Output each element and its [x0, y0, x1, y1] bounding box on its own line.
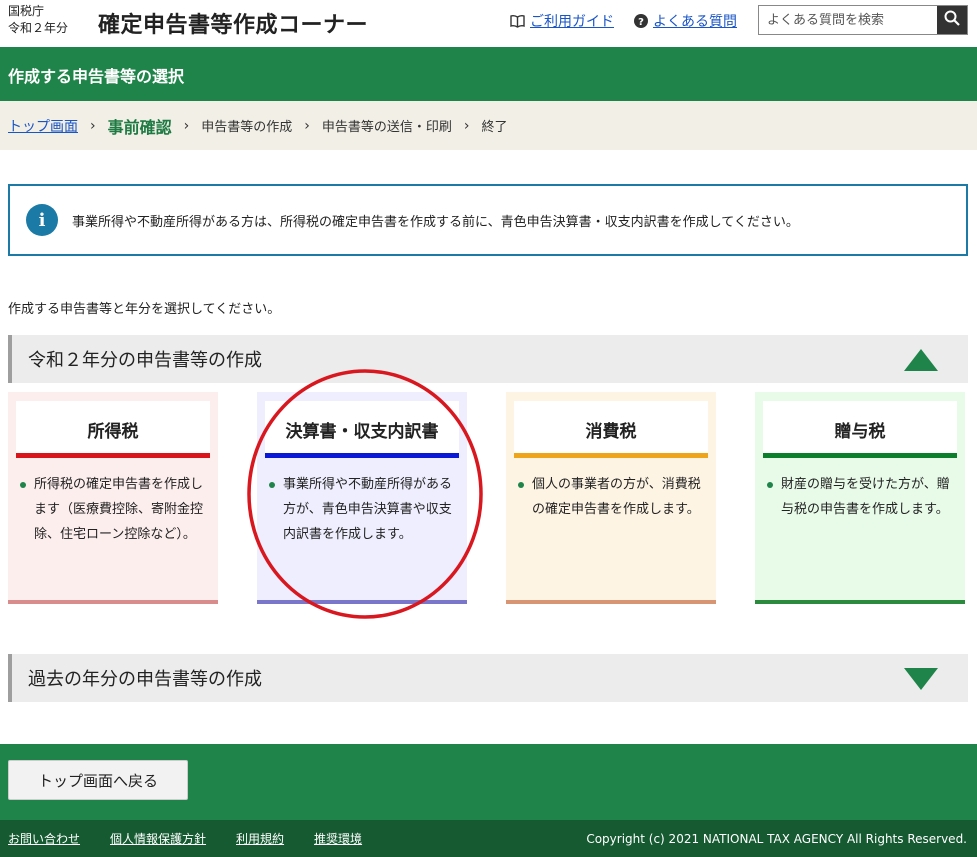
tax-year: 令和２年分 — [8, 21, 69, 35]
footer-link-terms[interactable]: 利用規約 — [236, 830, 284, 847]
accordion-label: 令和２年分の申告書等の作成 — [28, 350, 262, 371]
card-accent-bar — [514, 453, 708, 458]
breadcrumb-step: 申告書等の作成 — [201, 120, 293, 135]
book-icon — [510, 14, 525, 28]
chevron-right-icon: › — [90, 117, 96, 134]
triangle-down-icon — [904, 668, 938, 695]
chevron-right-icon: › — [183, 117, 190, 134]
agency-label: 国税庁 令和２年分 — [8, 3, 68, 37]
card-title: 所得税 — [16, 401, 210, 457]
search-button[interactable] — [937, 6, 967, 34]
site-footer: お問い合わせ 個人情報保護方針 利用規約 推奨環境 Copyright (c) … — [0, 820, 977, 857]
site-header: 国税庁 令和２年分 確定申告書等作成コーナー ご利用ガイド ? よくある質問 — [0, 0, 977, 47]
card-bottom-border — [506, 600, 716, 604]
card-accent-bar — [16, 453, 210, 458]
card-description: 財産の贈与を受けた方が、贈与税の申告書を作成します。 — [767, 472, 955, 522]
faq-search — [758, 5, 968, 35]
question-icon: ? — [634, 14, 648, 28]
card-title: 消費税 — [514, 401, 708, 457]
back-to-top-button[interactable]: トップ画面へ戻る — [8, 760, 188, 800]
agency-name: 国税庁 — [8, 4, 45, 18]
breadcrumb-step: 終了 — [481, 120, 508, 135]
accordion-current-year[interactable]: 令和２年分の申告書等の作成 — [8, 335, 968, 383]
svg-text:?: ? — [638, 17, 644, 28]
footer-link-contact[interactable]: お問い合わせ — [8, 830, 80, 847]
faq-link[interactable]: ? よくある質問 — [634, 11, 737, 31]
search-input[interactable] — [759, 6, 937, 34]
info-text: 事業所得や不動産所得がある方は、所得税の確定申告書を作成する前に、青色申告決算書… — [72, 214, 799, 230]
info-notice: i 事業所得や不動産所得がある方は、所得税の確定申告書を作成する前に、青色申告決… — [8, 184, 968, 256]
card-accent-bar — [763, 453, 957, 458]
card-title: 贈与税 — [763, 401, 957, 457]
guide-link[interactable]: ご利用ガイド — [510, 11, 614, 31]
breadcrumb-step: 申告書等の送信・印刷 — [321, 120, 452, 135]
card-income-tax[interactable]: 所得税 所得税の確定申告書を作成します（医療費控除、寄附金控除、住宅ローン控除な… — [8, 392, 218, 604]
search-icon — [944, 10, 960, 30]
accordion-label: 過去の年分の申告書等の作成 — [28, 669, 262, 690]
annotation-circle — [247, 369, 483, 619]
breadcrumb-top-link[interactable]: トップ画面 — [8, 116, 78, 136]
chevron-right-icon: › — [463, 117, 470, 134]
card-gift-tax[interactable]: 贈与税 財産の贈与を受けた方が、贈与税の申告書を作成します。 — [755, 392, 965, 604]
card-bottom-border — [8, 600, 218, 604]
page-title: 作成する申告書等の選択 — [0, 47, 977, 101]
copyright-text: Copyright (c) 2021 NATIONAL TAX AGENCY A… — [586, 832, 967, 846]
breadcrumb: トップ画面 › 事前確認 › 申告書等の作成 › 申告書等の送信・印刷 › 終了 — [0, 101, 977, 150]
footer-link-environment[interactable]: 推奨環境 — [314, 830, 362, 847]
card-description: 所得税の確定申告書を作成します（医療費控除、寄附金控除、住宅ローン控除など）。 — [20, 472, 208, 547]
triangle-up-icon — [904, 349, 938, 376]
card-bottom-border — [755, 600, 965, 604]
card-description: 個人の事業者の方が、消費税の確定申告書を作成します。 — [518, 472, 706, 522]
faq-link-label: よくある質問 — [653, 14, 737, 30]
info-icon: i — [26, 204, 58, 236]
breadcrumb-current: 事前確認 — [107, 117, 172, 137]
accordion-past-years[interactable]: 過去の年分の申告書等の作成 — [8, 654, 968, 702]
footer-link-privacy[interactable]: 個人情報保護方針 — [110, 830, 206, 847]
guide-link-label: ご利用ガイド — [530, 14, 614, 30]
chevron-right-icon: › — [304, 117, 310, 134]
instruction-text: 作成する申告書等と年分を選択してください。 — [8, 302, 281, 317]
card-consumption-tax[interactable]: 消費税 個人の事業者の方が、消費税の確定申告書を作成します。 — [506, 392, 716, 604]
site-title: 確定申告書等作成コーナー — [98, 13, 369, 38]
